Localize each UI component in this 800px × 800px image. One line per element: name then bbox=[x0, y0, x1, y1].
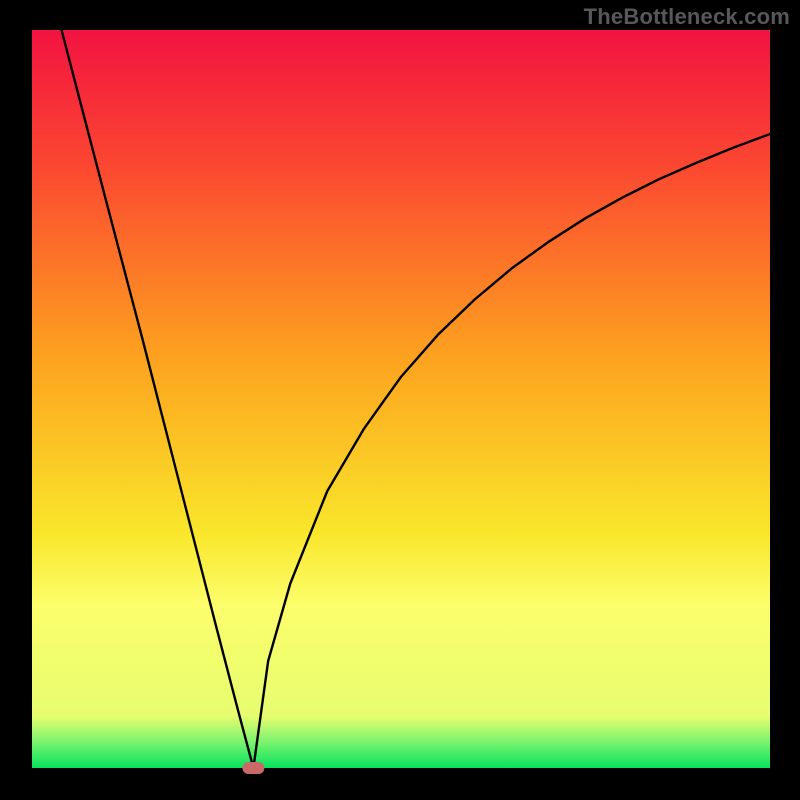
chart-container: TheBottleneck.com bbox=[0, 0, 800, 800]
watermark-text: TheBottleneck.com bbox=[584, 4, 790, 30]
bottleneck-chart bbox=[0, 0, 800, 800]
